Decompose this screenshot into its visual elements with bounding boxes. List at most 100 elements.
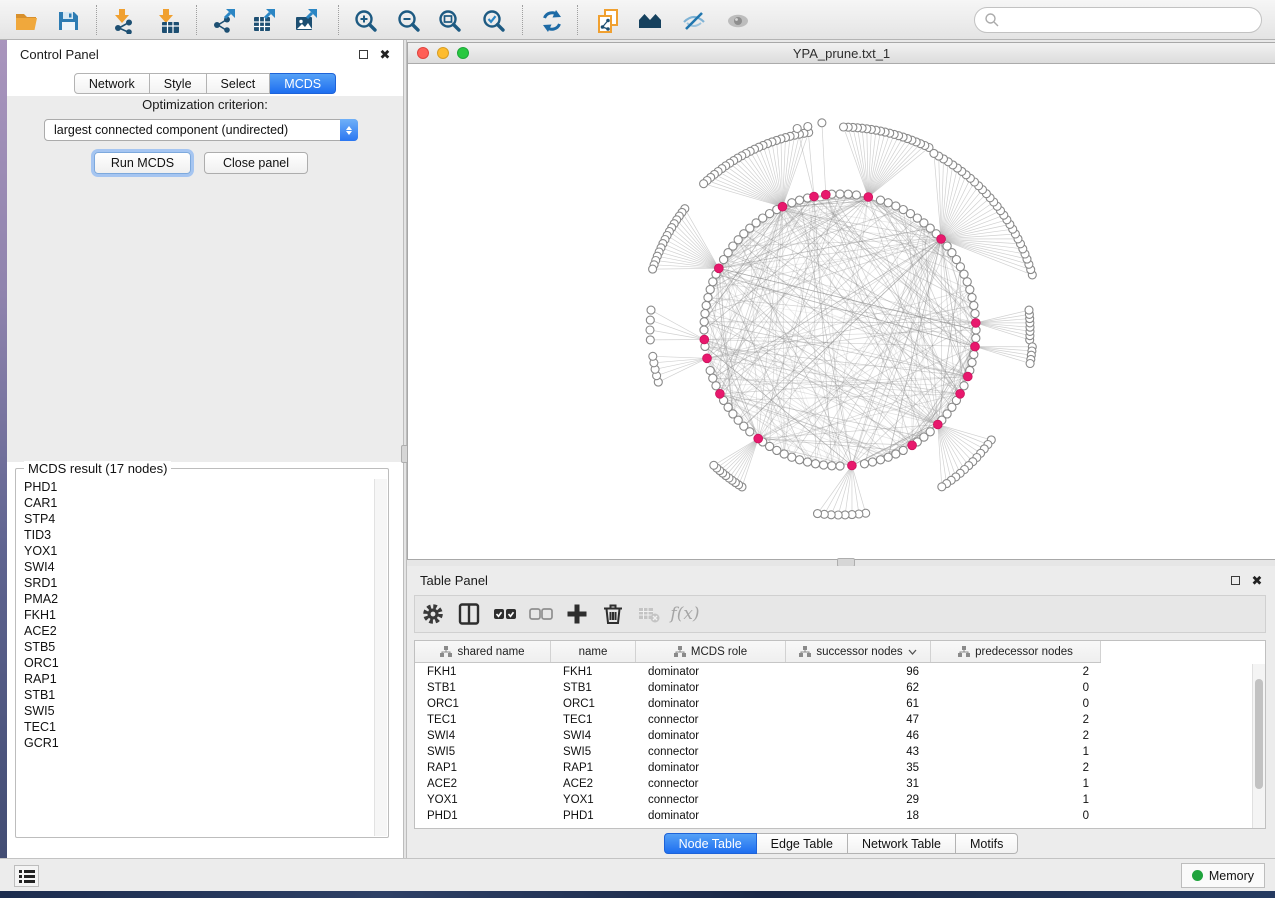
mcds-result-item[interactable]: PHD1: [17, 479, 374, 495]
table-cell: 47: [786, 714, 931, 726]
table-cell: SWI4: [551, 730, 636, 742]
zoom-fit-icon[interactable]: [434, 7, 466, 35]
close-panel-icon[interactable]: ✖: [377, 46, 393, 62]
table-cell: dominator: [636, 666, 786, 678]
network-graph: [408, 64, 1274, 559]
import-network-icon[interactable]: [108, 7, 140, 35]
mcds-result-item[interactable]: SRD1: [17, 575, 374, 591]
tab-motifs[interactable]: Motifs: [956, 833, 1018, 854]
mcds-result-item[interactable]: ACE2: [17, 623, 374, 639]
table-row[interactable]: RAP1RAP1dominator352: [415, 760, 1252, 776]
export-table-icon[interactable]: [248, 7, 280, 35]
table-toolbar: f(x): [414, 595, 1266, 633]
float-panel-icon[interactable]: [355, 46, 371, 62]
criterion-dropdown-value: largest connected component (undirected): [45, 123, 340, 137]
column-type-icon: [440, 646, 452, 657]
table-row[interactable]: TEC1TEC1connector472: [415, 712, 1252, 728]
table-row[interactable]: SWI4SWI4dominator462: [415, 728, 1252, 744]
close-panel-button[interactable]: Close panel: [204, 152, 308, 174]
refresh-view-icon[interactable]: [536, 7, 568, 35]
mcds-result-item[interactable]: CAR1: [17, 495, 374, 511]
export-network-icon[interactable]: [208, 7, 240, 35]
mcds-result-item[interactable]: STP4: [17, 511, 374, 527]
mcds-result-item[interactable]: STB5: [17, 639, 374, 655]
column-header-predecessor-nodes[interactable]: predecessor nodes: [931, 641, 1101, 662]
table-row[interactable]: ACE2ACE2connector311: [415, 776, 1252, 792]
mcds-result-item[interactable]: RAP1: [17, 671, 374, 687]
delete-column-icon[interactable]: [595, 599, 631, 629]
select-all-rows-icon[interactable]: [487, 599, 523, 629]
table-panel-header: Table Panel ✖: [407, 566, 1275, 594]
network-canvas[interactable]: [408, 64, 1275, 559]
table-settings-gear-icon[interactable]: [415, 599, 451, 629]
desktop-wallpaper-strip: [0, 40, 7, 891]
table-row[interactable]: ORC1ORC1dominator610: [415, 696, 1252, 712]
column-header-shared-name[interactable]: shared name: [415, 641, 551, 662]
first-neighbors-icon[interactable]: [634, 7, 666, 35]
table-cell: 96: [786, 666, 931, 678]
zoom-out-icon[interactable]: [393, 7, 425, 35]
run-mcds-button[interactable]: Run MCDS: [94, 152, 191, 174]
export-image-icon[interactable]: [290, 7, 322, 35]
network-view-window: YPA_prune.txt_1: [407, 42, 1275, 560]
table-row[interactable]: YOX1YOX1connector291: [415, 792, 1252, 808]
tab-mcds[interactable]: MCDS: [270, 73, 336, 94]
table-cell: YOX1: [551, 794, 636, 806]
mcds-result-list[interactable]: PHD1CAR1STP4TID3YOX1SWI4SRD1PMA2FKH1ACE2…: [17, 479, 374, 836]
mcds-list-scrollbar[interactable]: [374, 479, 387, 836]
table-scrollbar[interactable]: [1252, 664, 1265, 828]
tab-style[interactable]: Style: [150, 73, 207, 94]
scrollbar-thumb[interactable]: [1255, 679, 1263, 789]
table-row[interactable]: SWI5SWI5connector431: [415, 744, 1252, 760]
mcds-result-item[interactable]: TID3: [17, 527, 374, 543]
column-layout-icon[interactable]: [451, 599, 487, 629]
column-header-successor-nodes[interactable]: successor nodes: [786, 641, 931, 662]
control-panel-title: Control Panel: [20, 47, 349, 62]
tab-node-table[interactable]: Node Table: [664, 833, 757, 854]
column-header-MCDS-role[interactable]: MCDS role: [636, 641, 786, 662]
zoom-selected-icon[interactable]: [478, 7, 510, 35]
save-session-icon[interactable]: [52, 7, 84, 35]
hide-selected-icon[interactable]: [678, 7, 710, 35]
add-column-icon[interactable]: [559, 599, 595, 629]
zoom-in-icon[interactable]: [350, 7, 382, 35]
close-panel-icon[interactable]: ✖: [1249, 572, 1265, 588]
mcds-result-item[interactable]: STB1: [17, 687, 374, 703]
mcds-result-item[interactable]: ORC1: [17, 655, 374, 671]
table-row[interactable]: STB1STB1dominator620: [415, 680, 1252, 696]
tab-select[interactable]: Select: [207, 73, 271, 94]
open-file-icon[interactable]: [10, 7, 42, 35]
table-cell: FKH1: [415, 666, 551, 678]
ui-settings-menu-button[interactable]: [14, 865, 39, 887]
mcds-result-item[interactable]: PMA2: [17, 591, 374, 607]
criterion-dropdown[interactable]: largest connected component (undirected): [44, 119, 358, 141]
mcds-result-item[interactable]: SWI5: [17, 703, 374, 719]
column-header-name[interactable]: name: [551, 641, 636, 662]
delete-table-icon: [631, 599, 667, 629]
mcds-result-item[interactable]: SWI4: [17, 559, 374, 575]
table-row[interactable]: FKH1FKH1dominator962: [415, 664, 1252, 680]
mcds-result-item[interactable]: TEC1: [17, 719, 374, 735]
table-panel-title: Table Panel: [420, 573, 1221, 588]
copy-network-view-icon[interactable]: [592, 7, 624, 35]
import-table-icon[interactable]: [152, 7, 184, 35]
tab-network-table[interactable]: Network Table: [848, 833, 956, 854]
mcds-result-item[interactable]: YOX1: [17, 543, 374, 559]
table-cell: FKH1: [551, 666, 636, 678]
tab-network[interactable]: Network: [74, 73, 150, 94]
control-panel-tabs: NetworkStyleSelectMCDS: [7, 73, 403, 94]
search-input[interactable]: [974, 7, 1262, 33]
table-row[interactable]: PHD1PHD1dominator180: [415, 808, 1252, 824]
mcds-result-item[interactable]: FKH1: [17, 607, 374, 623]
memory-button[interactable]: Memory: [1181, 863, 1265, 888]
table-cell: ACE2: [415, 778, 551, 790]
network-window-titlebar[interactable]: YPA_prune.txt_1: [408, 43, 1275, 64]
table-cell: 2: [931, 666, 1101, 678]
tab-edge-table[interactable]: Edge Table: [757, 833, 848, 854]
optimization-criterion-label: Optimization criterion:: [7, 97, 403, 112]
float-panel-icon[interactable]: [1227, 572, 1243, 588]
show-all-icon[interactable]: [722, 7, 754, 35]
table-cell: STB1: [551, 682, 636, 694]
deselect-all-rows-icon[interactable]: [523, 599, 559, 629]
mcds-result-item[interactable]: GCR1: [17, 735, 374, 751]
